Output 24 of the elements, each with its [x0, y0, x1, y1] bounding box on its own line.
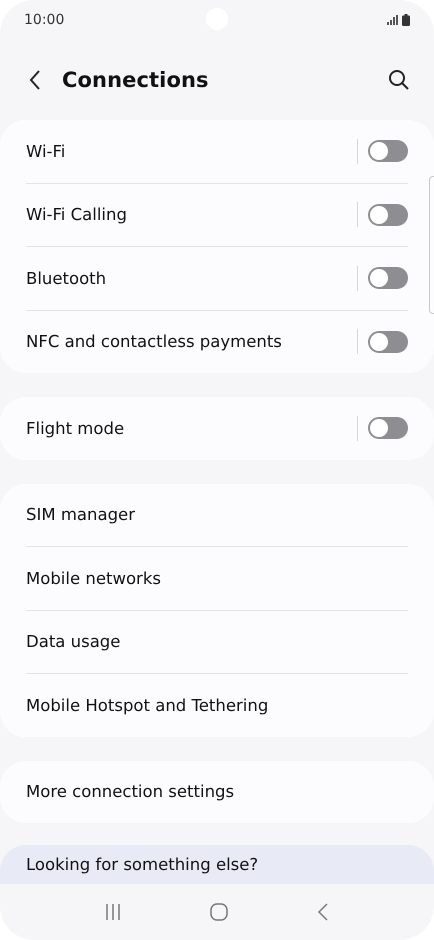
setting-label[interactable]: Wi-Fi: [26, 142, 357, 161]
signal-icon: [387, 15, 399, 25]
setting-label[interactable]: Flight mode: [26, 418, 357, 438]
setting-label[interactable]: Wi-Fi Calling: [26, 205, 357, 224]
setting-label[interactable]: Bluetooth: [26, 268, 357, 288]
home-icon[interactable]: [208, 902, 229, 922]
setting-label[interactable]: NFC and contactless payments: [26, 332, 357, 352]
setting-label[interactable]: Mobile networks: [26, 568, 408, 588]
page-title: Connections: [62, 68, 210, 92]
setting-label[interactable]: Data usage: [26, 632, 408, 652]
toggle-switch[interactable]: [368, 140, 408, 162]
setting-label[interactable]: More connection settings: [26, 782, 408, 802]
toggle-switch[interactable]: [368, 204, 408, 226]
recent-apps-icon[interactable]: [104, 903, 122, 921]
toggle-switch[interactable]: [368, 267, 408, 290]
setting-label[interactable]: SIM manager: [26, 505, 408, 524]
status-time: 10:00: [24, 12, 64, 28]
suggestion-title: Looking for something else?: [26, 855, 260, 874]
setting-label[interactable]: Mobile Hotspot and Tethering: [26, 696, 408, 715]
back-icon[interactable]: [28, 69, 42, 91]
search-icon[interactable]: [388, 69, 410, 91]
toggle-switch[interactable]: [368, 417, 408, 440]
toggle-switch[interactable]: [368, 330, 408, 353]
battery-icon: [402, 14, 410, 26]
